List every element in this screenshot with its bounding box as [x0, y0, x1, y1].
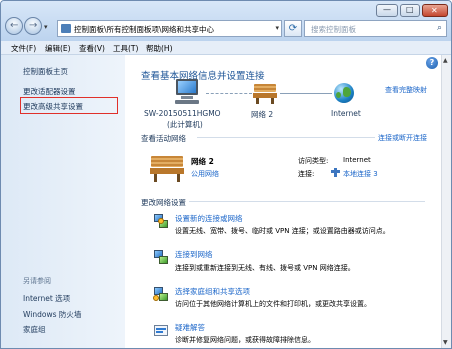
computer-sub-label: (此计算机): [167, 120, 203, 129]
maximize-icon: □: [406, 5, 414, 14]
connection-line: [206, 93, 252, 94]
connect-network-icon: [153, 249, 169, 265]
see-also-windows-firewall[interactable]: Windows 防火墙: [23, 309, 81, 320]
network-type-link[interactable]: 公用网络: [191, 169, 219, 179]
divider: [197, 137, 375, 138]
troubleshoot-icon: [153, 322, 169, 338]
search-icon[interactable]: ⌕: [437, 23, 442, 33]
network-label: 网络 2: [251, 110, 274, 119]
task-connect-network-desc: 连接到或重新连接到无线、有线、拨号或 VPN 网络连接。: [175, 264, 355, 272]
maximize-button[interactable]: □: [400, 4, 420, 17]
address-dropdown-icon[interactable]: ▾: [275, 24, 279, 32]
access-type-value: Internet: [343, 156, 371, 164]
menu-view[interactable]: 查看(V): [79, 43, 105, 54]
help-icon: ?: [429, 58, 435, 67]
divider: [189, 201, 425, 202]
active-networks-heading: 查看活动网络: [141, 134, 186, 143]
see-also-internet-options[interactable]: Internet 选项: [23, 293, 70, 304]
network-adapter-icon: [331, 168, 340, 177]
network-bench-icon: [253, 82, 277, 104]
title-bar: — □ ✕ ← → ▾ 控制面板\所有控制面板项\网络和共享中心 ▾ ⟳ 搜索控…: [1, 1, 451, 41]
view-full-map-link[interactable]: 查看完整映射: [385, 85, 427, 95]
sidebar-item-adapter-settings[interactable]: 更改适配器设置: [23, 86, 76, 97]
close-icon: ✕: [431, 6, 438, 15]
back-arrow-icon: ←: [10, 20, 19, 31]
search-box[interactable]: 搜索控制面板 ⌕: [304, 20, 447, 37]
see-also-heading: 另请参阅: [23, 277, 51, 285]
new-connection-icon: [153, 213, 169, 229]
refresh-icon: ⟳: [288, 23, 298, 34]
active-network-name: 网络 2: [191, 157, 214, 166]
task-troubleshoot-link[interactable]: 疑难解答: [175, 322, 205, 333]
task-setup-connection-link[interactable]: 设置新的连接或网络: [175, 213, 243, 224]
refresh-button[interactable]: ⟳: [284, 20, 302, 37]
connection-label: 连接:: [298, 170, 315, 178]
scroll-up-icon[interactable]: ▲: [443, 57, 448, 64]
connection-line: [280, 93, 332, 94]
search-placeholder: 搜索控制面板: [311, 25, 356, 34]
connect-disconnect-link[interactable]: 连接或断开连接: [378, 133, 427, 143]
task-troubleshoot-desc: 诊断并修复网络问题，或获得故障排除信息。: [175, 336, 315, 344]
vertical-scrollbar[interactable]: ▲ ▼: [441, 55, 451, 348]
minimize-icon: —: [383, 5, 391, 14]
menu-bar: 文件(F) 编辑(E) 查看(V) 工具(T) 帮助(H): [1, 41, 451, 55]
menu-edit[interactable]: 编辑(E): [45, 43, 71, 54]
history-dropdown-icon[interactable]: ▾: [44, 23, 48, 31]
window: — □ ✕ ← → ▾ 控制面板\所有控制面板项\网络和共享中心 ▾ ⟳ 搜索控…: [0, 0, 452, 349]
task-homegroup-desc: 访问位于其他网络计算机上的文件和打印机，或更改共享设置。: [175, 300, 371, 308]
task-homegroup-link[interactable]: 选择家庭组和共享选项: [175, 286, 250, 297]
menu-tools[interactable]: 工具(T): [113, 43, 138, 54]
highlight-box: [20, 97, 118, 114]
forward-button[interactable]: →: [24, 17, 42, 35]
internet-globe-icon: [334, 83, 354, 103]
internet-label: Internet: [331, 109, 361, 118]
help-button[interactable]: ?: [426, 57, 438, 69]
access-type-label: 访问类型:: [298, 157, 329, 165]
computer-name: SW-20150511HGMO: [144, 109, 221, 118]
forward-arrow-icon: →: [29, 20, 38, 31]
minimize-button[interactable]: —: [376, 4, 398, 17]
task-setup-connection-desc: 设置无线、宽带、拨号、临时或 VPN 连接；或设置路由器或访问点。: [175, 227, 390, 235]
active-network-icon: [150, 154, 184, 182]
menu-file[interactable]: 文件(F): [11, 43, 36, 54]
computer-icon: [173, 79, 203, 105]
local-connection-link[interactable]: 本地连接 3: [343, 169, 378, 179]
homegroup-icon: [153, 286, 169, 302]
task-connect-network-link[interactable]: 连接到网络: [175, 249, 213, 260]
change-settings-heading: 更改网络设置: [141, 198, 186, 207]
close-button[interactable]: ✕: [422, 4, 448, 17]
sidebar-item-control-panel-home[interactable]: 控制面板主页: [23, 66, 68, 77]
see-also-homegroup[interactable]: 家庭组: [23, 324, 46, 335]
address-path: 控制面板\所有控制面板项\网络和共享中心: [74, 25, 215, 34]
address-bar[interactable]: 控制面板\所有控制面板项\网络和共享中心 ▾: [57, 20, 282, 37]
scroll-down-icon[interactable]: ▼: [443, 339, 448, 346]
control-panel-icon: [61, 24, 71, 33]
menu-help[interactable]: 帮助(H): [146, 43, 173, 54]
back-button[interactable]: ←: [5, 17, 23, 35]
